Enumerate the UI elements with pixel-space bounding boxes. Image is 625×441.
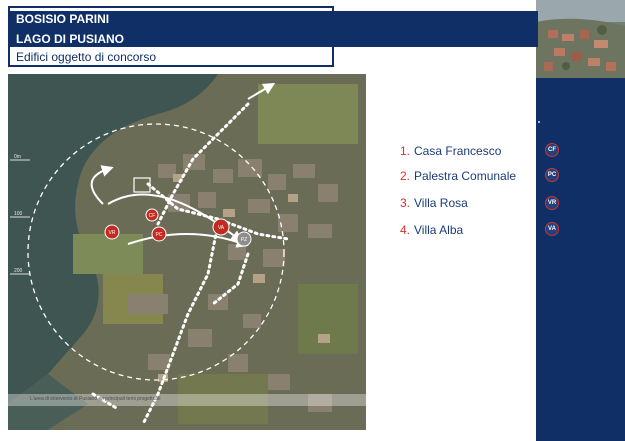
legend-badge: VA: [545, 222, 559, 236]
legend-item: 1. Casa Francesco: [400, 144, 501, 158]
scale-label: 100: [14, 211, 23, 217]
map-marker[interactable]: PZ: [236, 231, 252, 247]
marker-label: CF: [149, 213, 156, 219]
marker-label: PC: [156, 232, 163, 238]
legend-badge: PC: [545, 168, 559, 182]
page-subtitle: Edifici oggetto di concorso: [16, 50, 157, 64]
scale-label: 200: [14, 268, 23, 274]
legend-number: 3.: [400, 196, 411, 210]
decorative-dot: [538, 121, 540, 123]
map-marker[interactable]: PC: [151, 226, 167, 242]
page-title-line1: BOSISIO PARINI: [16, 12, 110, 26]
map-marker[interactable]: VA: [212, 218, 230, 236]
marker-label: VA: [218, 225, 225, 231]
marker-label: PZ: [241, 237, 247, 243]
map-caption: L'area di intervento di Pusiano e i prin…: [30, 396, 161, 402]
legend-label: Villa Alba: [414, 223, 464, 237]
legend-label: Villa Rosa: [414, 196, 468, 210]
satellite-map: 0m 100 200 VR CF PC VA PZ: [8, 74, 366, 430]
legend-item: 4. Villa Alba: [400, 223, 463, 237]
map-marker[interactable]: CF: [145, 208, 159, 222]
legend-number: 1.: [400, 144, 411, 158]
aerial-thumbnail: [536, 0, 625, 78]
scale-label: 0m: [14, 154, 21, 160]
legend-item: 2. Palestra Comunale: [400, 169, 516, 183]
map-marker[interactable]: VR: [104, 224, 120, 240]
legend-badge: CF: [545, 143, 559, 157]
page-title-line2: LAGO DI PUSIANO: [16, 32, 125, 46]
legend-label: Palestra Comunale: [414, 169, 517, 183]
legend-number: 4.: [400, 223, 411, 237]
legend-badge: VR: [545, 196, 559, 210]
marker-label: VR: [109, 230, 116, 236]
legend-number: 2.: [400, 169, 411, 183]
legend-item: 3. Villa Rosa: [400, 196, 468, 210]
legend-label: Casa Francesco: [414, 144, 502, 158]
